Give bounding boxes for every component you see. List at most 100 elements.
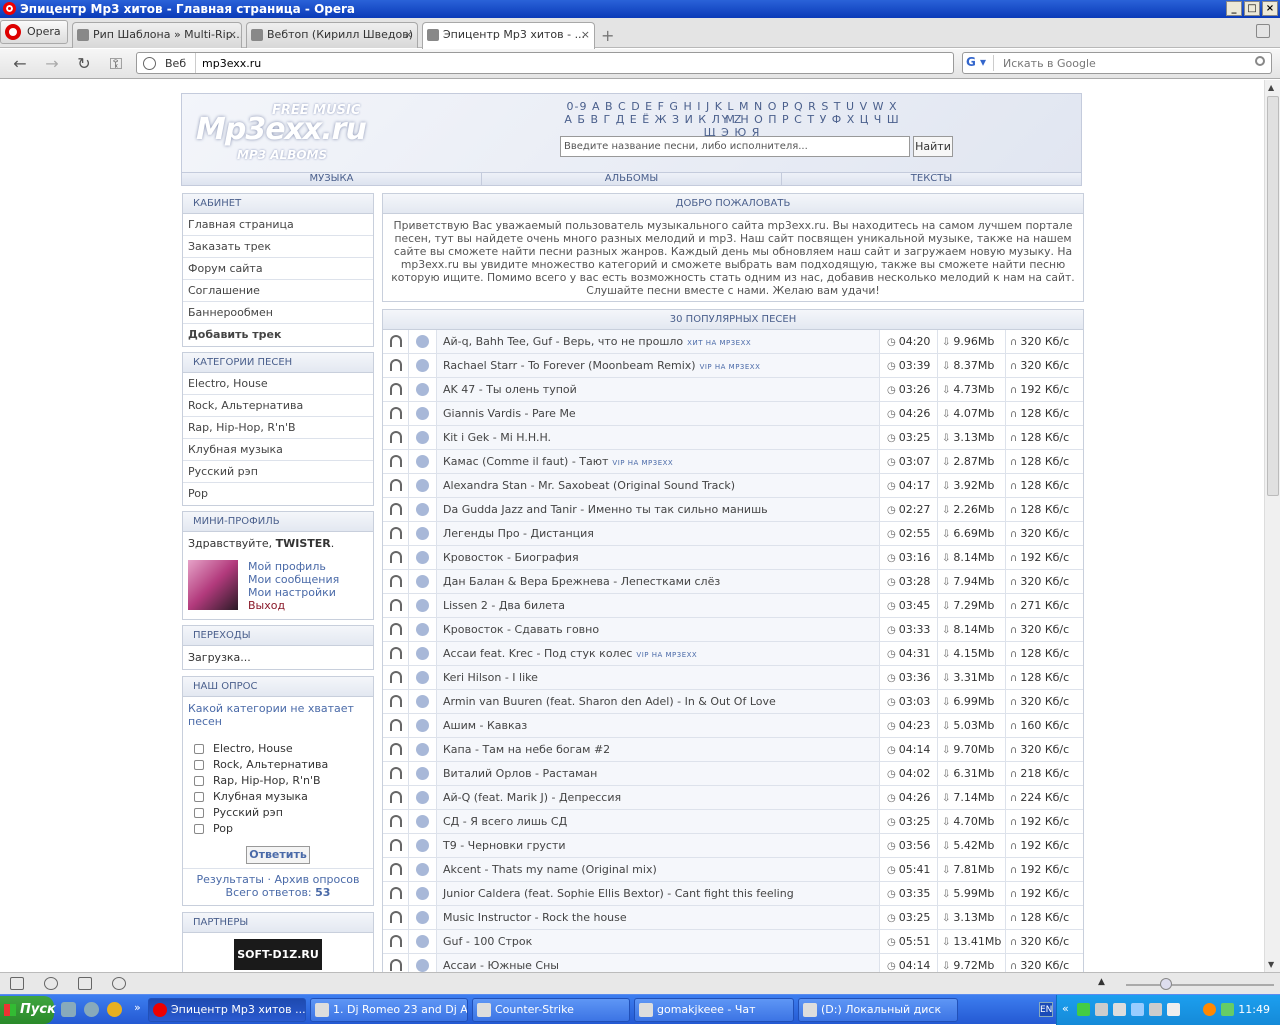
- song-title[interactable]: Akcent - Thats my name (Original mix): [437, 858, 880, 881]
- listen-button[interactable]: [383, 330, 409, 353]
- taskbar-item-djromeo[interactable]: 1. Dj Romeo 23 and Dj A...: [310, 998, 468, 1022]
- download-button[interactable]: [409, 906, 437, 929]
- listen-button[interactable]: [383, 714, 409, 737]
- download-button[interactable]: [409, 642, 437, 665]
- listen-button[interactable]: [383, 834, 409, 857]
- download-button[interactable]: [409, 690, 437, 713]
- opera-menu-button[interactable]: Opera: [0, 20, 68, 44]
- search-button[interactable]: Найти: [913, 136, 953, 157]
- radio-icon[interactable]: [194, 744, 204, 754]
- song-title[interactable]: Rachael Starr - To Forever (Moonbeam Rem…: [437, 354, 880, 377]
- download-button[interactable]: [409, 354, 437, 377]
- sidebar-item-banners[interactable]: Баннерообмен: [183, 302, 373, 324]
- poll-option[interactable]: Rap, Hip-Hop, R'n'B: [183, 773, 373, 789]
- listen-button[interactable]: [383, 378, 409, 401]
- download-button[interactable]: [409, 810, 437, 833]
- my-messages-link[interactable]: Мои сообщения: [248, 573, 339, 586]
- site-logo[interactable]: Mp3exx.ru: [196, 112, 367, 147]
- zoom-slider-knob[interactable]: [1160, 978, 1172, 990]
- download-button[interactable]: [409, 594, 437, 617]
- reload-icon[interactable]: ↻: [74, 54, 94, 73]
- close-tab-icon[interactable]: ×: [404, 23, 413, 47]
- download-button[interactable]: [409, 426, 437, 449]
- poll-option[interactable]: Русский рэп: [183, 805, 373, 821]
- listen-button[interactable]: [383, 786, 409, 809]
- my-profile-link[interactable]: Мой профиль: [248, 560, 339, 573]
- poll-option[interactable]: Electro, House: [183, 741, 373, 757]
- listen-button[interactable]: [383, 642, 409, 665]
- sidebar-item-home[interactable]: Главная страница: [183, 214, 373, 236]
- song-title[interactable]: Ассаи feat. Krec - Под стук колес VIP НА …: [437, 642, 880, 665]
- song-title[interactable]: Камас (Comme il faut) - Тают VIP НА MP3EX…: [437, 450, 880, 473]
- listen-button[interactable]: [383, 954, 409, 972]
- poll-submit-button[interactable]: Ответить: [246, 846, 310, 864]
- download-button[interactable]: [409, 474, 437, 497]
- taskbar-item-chat[interactable]: gomakjkeee - Чат: [634, 998, 794, 1022]
- listen-button[interactable]: [383, 618, 409, 641]
- minimize-button[interactable]: _: [1226, 1, 1242, 16]
- radio-icon[interactable]: [194, 776, 204, 786]
- radio-icon[interactable]: [194, 808, 204, 818]
- tray-icon[interactable]: [1077, 1003, 1090, 1016]
- download-button[interactable]: [409, 954, 437, 972]
- poll-results-link[interactable]: Результаты: [196, 873, 264, 886]
- tray-icon[interactable]: [1113, 1003, 1126, 1016]
- download-button[interactable]: [409, 834, 437, 857]
- download-button[interactable]: [409, 714, 437, 737]
- radio-icon[interactable]: [194, 760, 204, 770]
- listen-button[interactable]: [383, 522, 409, 545]
- download-button[interactable]: [409, 330, 437, 353]
- logout-link[interactable]: Выход: [248, 599, 339, 612]
- tray-icon[interactable]: [1131, 1003, 1144, 1016]
- download-button[interactable]: [409, 882, 437, 905]
- download-button[interactable]: [409, 618, 437, 641]
- sidebar-item-add-track[interactable]: Добавить трек: [183, 324, 373, 346]
- download-button[interactable]: [409, 402, 437, 425]
- song-title[interactable]: Кровосток - Биография: [437, 546, 880, 569]
- category-item[interactable]: Electro, House: [183, 373, 373, 395]
- listen-button[interactable]: [383, 402, 409, 425]
- tray-icon[interactable]: [1095, 1003, 1108, 1016]
- listen-button[interactable]: [383, 882, 409, 905]
- close-tab-icon[interactable]: ×: [581, 23, 590, 47]
- listen-button[interactable]: [383, 546, 409, 569]
- song-title[interactable]: AK 47 - Ты олень тупой: [437, 378, 880, 401]
- nav-albums[interactable]: АЛЬБОМЫ: [482, 173, 782, 185]
- sidebar-item-agreement[interactable]: Соглашение: [183, 280, 373, 302]
- radio-icon[interactable]: [194, 824, 204, 834]
- scroll-down-icon[interactable]: ▼: [1268, 960, 1274, 969]
- taskbar-item-counterstrike[interactable]: Counter-Strike: [472, 998, 630, 1022]
- listen-button[interactable]: [383, 930, 409, 953]
- song-title[interactable]: СД - Я всего лишь СД: [437, 810, 880, 833]
- song-title[interactable]: Music Instructor - Rock the house: [437, 906, 880, 929]
- download-button[interactable]: [409, 762, 437, 785]
- category-item[interactable]: Rap, Hip-Hop, R'n'B: [183, 417, 373, 439]
- song-title[interactable]: Кровосток - Сдавать говно: [437, 618, 880, 641]
- tab-multirip[interactable]: Рип Шаблона » Multi-Rip... ×: [72, 22, 242, 48]
- nav-lyrics[interactable]: ТЕКСТЫ: [782, 173, 1081, 185]
- tab-webtop[interactable]: Вебтоп (Кирилл Шведов) ×: [246, 22, 418, 48]
- song-title[interactable]: Junior Caldera (feat. Sophie Ellis Bexto…: [437, 882, 880, 905]
- wifi-icon[interactable]: [1221, 1003, 1234, 1016]
- search-box[interactable]: G ▾ Искать в Google: [962, 52, 1272, 74]
- song-title[interactable]: Легенды Про - Дистанция: [437, 522, 880, 545]
- forward-icon[interactable]: →: [42, 54, 62, 73]
- maximize-button[interactable]: □: [1244, 1, 1260, 16]
- address-bar[interactable]: Веб mp3exx.ru: [136, 52, 954, 74]
- tray-icon[interactable]: [1167, 1003, 1180, 1016]
- clock[interactable]: 11:49: [1238, 1003, 1270, 1016]
- song-title[interactable]: Giannis Vardis - Pare Me: [437, 402, 880, 425]
- song-title[interactable]: Ай-Q (feat. Marik J) - Депрессия: [437, 786, 880, 809]
- song-title[interactable]: Armin van Buuren (feat. Sharon den Adel)…: [437, 690, 880, 713]
- download-button[interactable]: [409, 570, 437, 593]
- key-icon[interactable]: ⚿: [106, 54, 126, 74]
- song-title[interactable]: Keri Hilson - I like: [437, 666, 880, 689]
- my-settings-link[interactable]: Мои настройки: [248, 586, 339, 599]
- song-title[interactable]: T9 - Черновки грусти: [437, 834, 880, 857]
- song-title[interactable]: Alexandra Stan - Mr. Saxobeat (Original …: [437, 474, 880, 497]
- close-tab-icon[interactable]: ×: [228, 23, 237, 47]
- listen-button[interactable]: [383, 666, 409, 689]
- nav-music[interactable]: МУЗЫКА: [182, 173, 482, 185]
- download-button[interactable]: [409, 930, 437, 953]
- poll-option[interactable]: Rock, Альтернатива: [183, 757, 373, 773]
